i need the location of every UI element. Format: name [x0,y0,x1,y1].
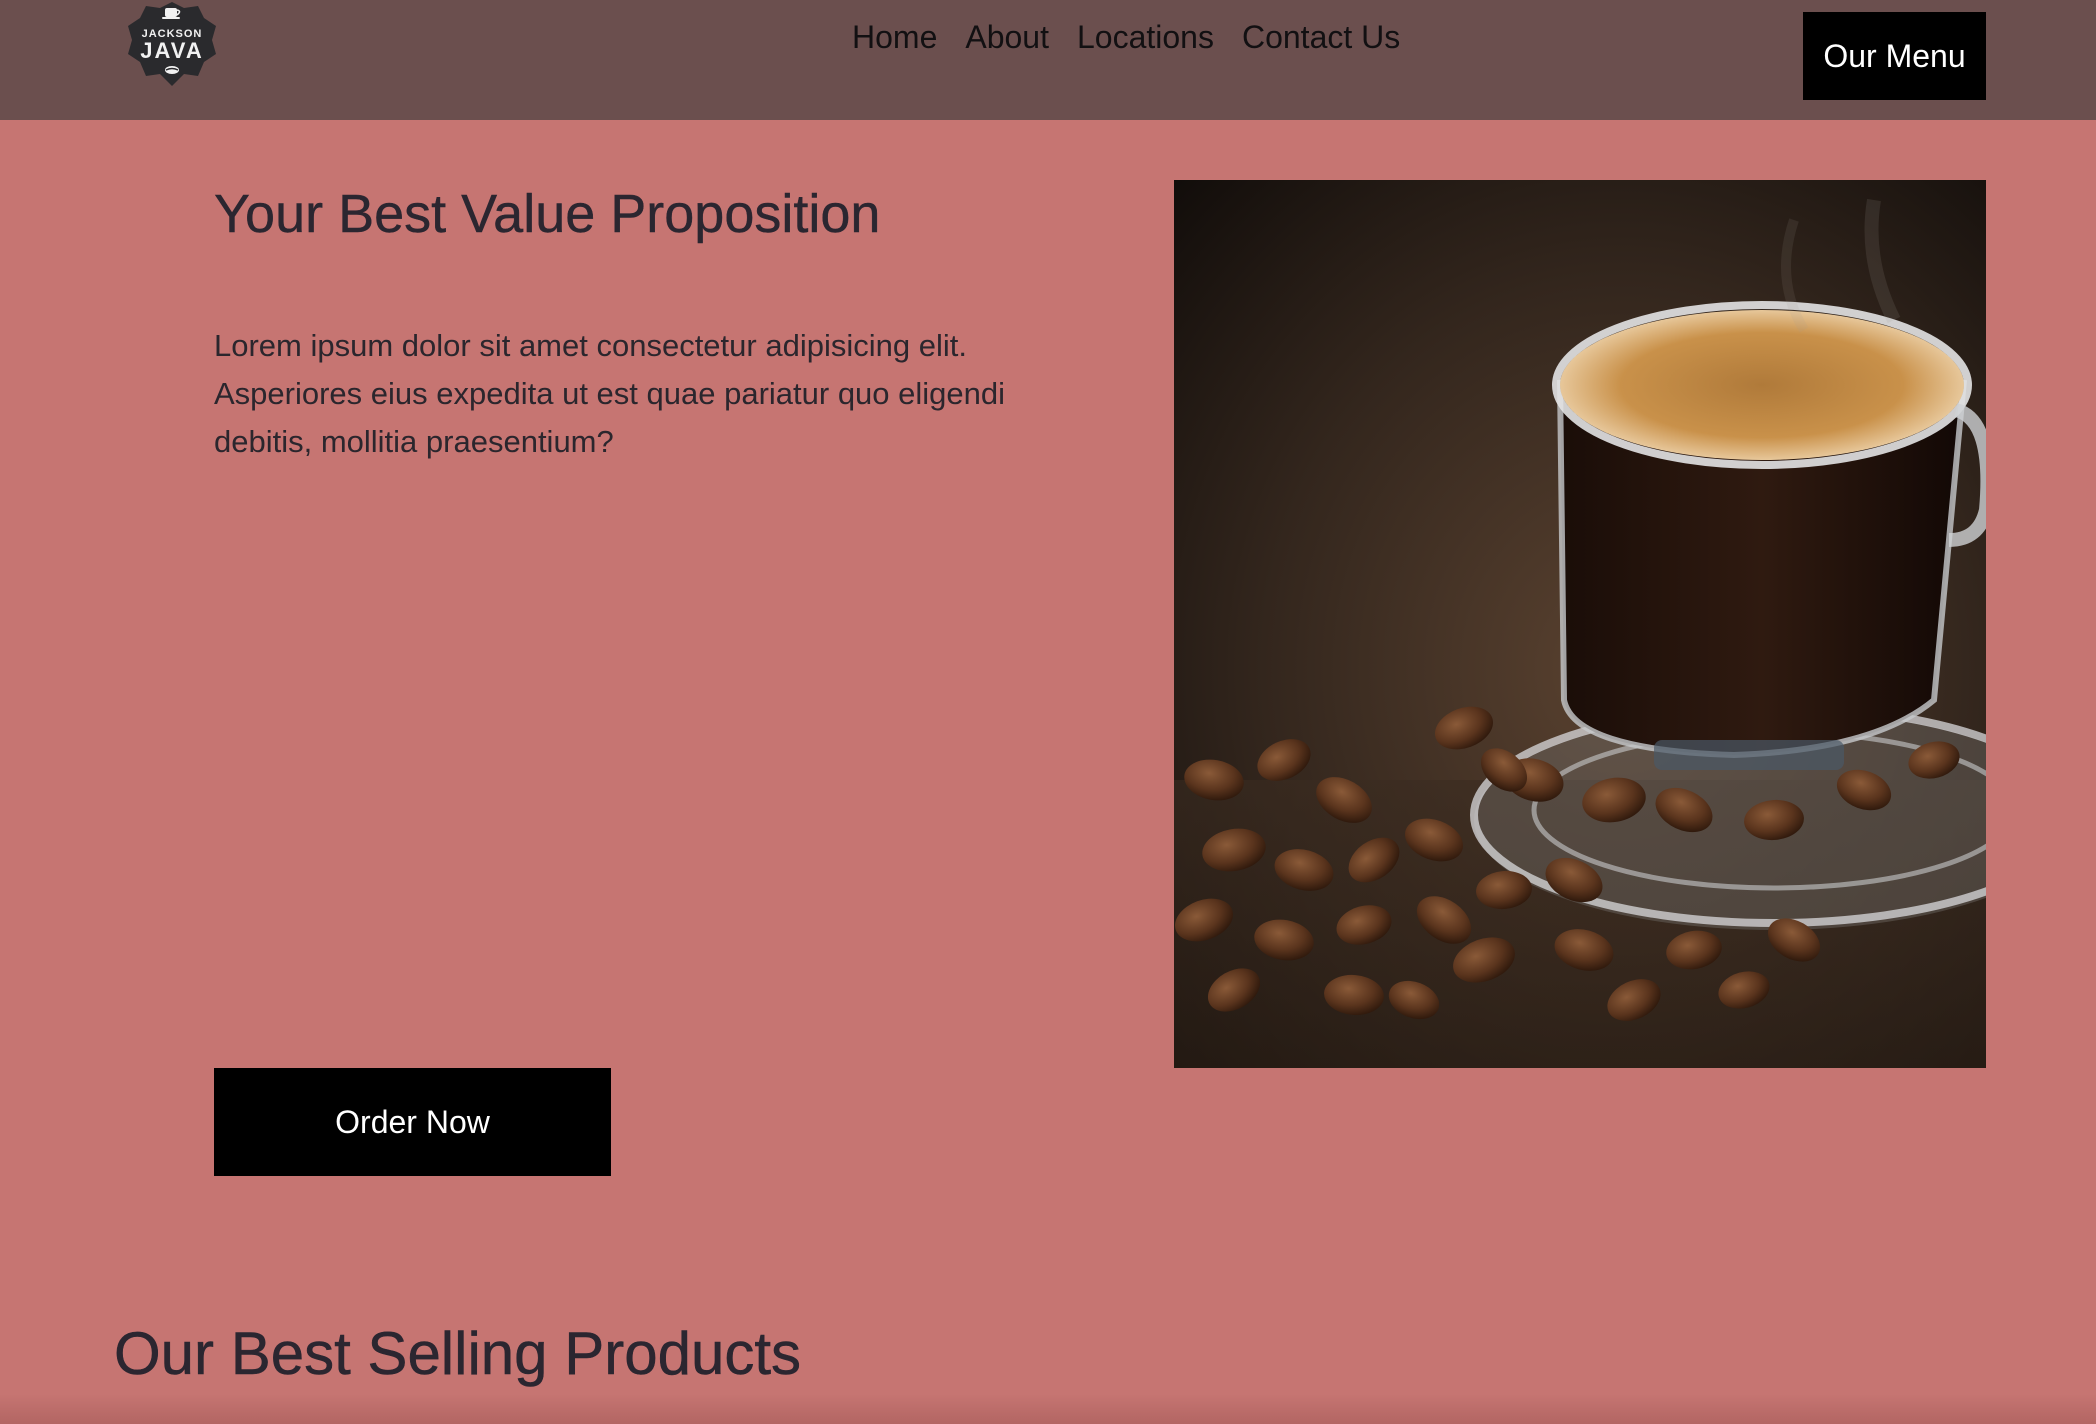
site-header: JACKSON JAVA Home About Locations Contac… [0,0,2096,120]
jackson-java-logo-icon: JACKSON JAVA [128,2,216,86]
best-selling-products-title: Our Best Selling Products [114,1320,801,1388]
main-nav: Home About Locations Contact Us [838,14,1414,60]
order-now-button[interactable]: Order Now [214,1068,611,1176]
our-menu-button[interactable]: Our Menu [1803,12,1986,100]
section-shadow [0,1394,2096,1424]
hero-title: Your Best Value Proposition [214,184,881,244]
nav-item-about[interactable]: About [951,14,1063,60]
hero-description: Lorem ipsum dolor sit amet consectetur a… [214,328,1006,459]
brand-logo[interactable]: JACKSON JAVA [124,0,220,90]
nav-item-contact-us[interactable]: Contact Us [1228,14,1414,60]
nav-item-home[interactable]: Home [838,14,951,60]
svg-text:JAVA: JAVA [140,38,203,63]
hero-image [1174,180,1986,1068]
nav-item-locations[interactable]: Locations [1063,14,1228,60]
espresso-cup-image-icon [1174,180,1986,1068]
